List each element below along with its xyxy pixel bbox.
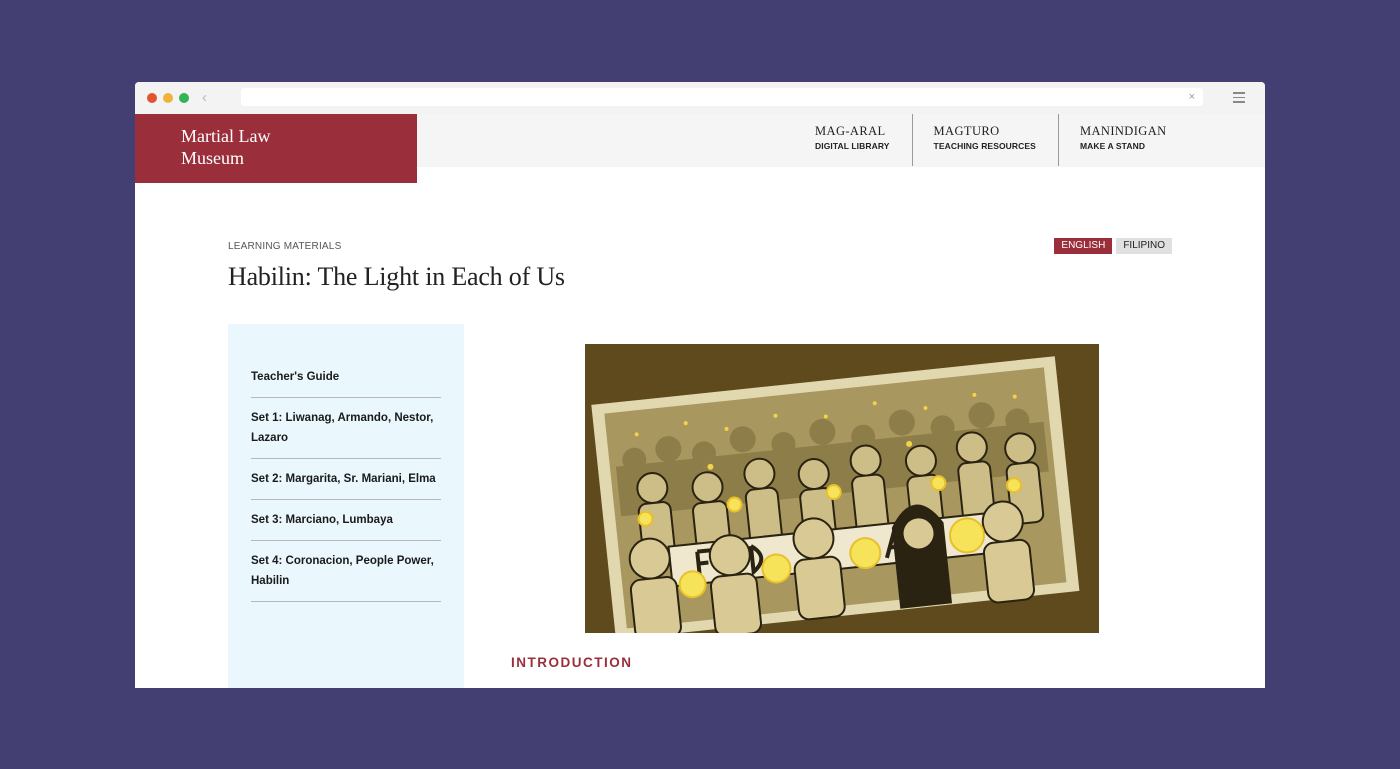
minimize-window-dot[interactable] bbox=[163, 93, 173, 103]
nav-subtitle: DIGITAL LIBRARY bbox=[815, 141, 890, 151]
sidebar-item-set-3[interactable]: Set 3: Marciano, Lumbaya bbox=[251, 500, 441, 541]
breadcrumb[interactable]: LEARNING MATERIALS bbox=[228, 241, 341, 252]
maximize-window-dot[interactable] bbox=[179, 93, 189, 103]
browser-toolbar: ‹ × bbox=[135, 82, 1265, 114]
clear-url-icon[interactable]: × bbox=[1189, 90, 1195, 104]
sidebar-item-set-2[interactable]: Set 2: Margarita, Sr. Mariani, Elma bbox=[251, 459, 441, 500]
nav-title: MAGTURO bbox=[933, 124, 1000, 138]
page-title: Habilin: The Light in Each of Us bbox=[228, 262, 565, 291]
site-logo[interactable]: Martial Law Museum bbox=[135, 114, 417, 183]
browser-window: ‹ × Martial Law Museum MAG-ARAL DIGITAL … bbox=[135, 82, 1265, 688]
address-bar[interactable]: × bbox=[241, 88, 1203, 106]
lang-filipino-button[interactable]: FILIPINO bbox=[1116, 238, 1172, 254]
main-nav: MAG-ARAL DIGITAL LIBRARY MAGTURO TEACHIN… bbox=[794, 114, 1189, 166]
section-heading-introduction: INTRODUCTION bbox=[511, 655, 633, 670]
sidebar: Teacher's Guide Set 1: Liwanag, Armando,… bbox=[228, 324, 464, 688]
crowd-candlelight-illustration bbox=[585, 344, 1099, 633]
nav-title: MAG-ARAL bbox=[815, 124, 886, 138]
lang-english-button[interactable]: ENGLISH bbox=[1054, 238, 1113, 254]
sidebar-item-set-4[interactable]: Set 4: Coronacion, People Power, Habilin bbox=[251, 541, 441, 602]
logo-line-1: Martial Law bbox=[181, 126, 271, 146]
hero-illustration bbox=[585, 344, 1099, 633]
back-arrow-icon[interactable]: ‹ bbox=[202, 90, 207, 106]
nav-subtitle: TEACHING RESOURCES bbox=[933, 141, 1036, 151]
close-window-dot[interactable] bbox=[147, 93, 157, 103]
nav-item-mag-aral[interactable]: MAG-ARAL DIGITAL LIBRARY bbox=[794, 114, 913, 166]
nav-item-manindigan[interactable]: MANINDIGAN MAKE A STAND bbox=[1059, 114, 1189, 166]
nav-title: MANINDIGAN bbox=[1079, 124, 1167, 138]
sidebar-item-teachers-guide[interactable]: Teacher's Guide bbox=[251, 357, 441, 398]
logo-line-2: Museum bbox=[181, 148, 244, 168]
sidebar-item-set-1[interactable]: Set 1: Liwanag, Armando, Nestor, Lazaro bbox=[251, 398, 441, 459]
language-switcher: ENGLISH FILIPINO bbox=[1054, 238, 1172, 254]
nav-item-magturo[interactable]: MAGTURO TEACHING RESOURCES bbox=[913, 114, 1059, 166]
hamburger-menu-icon[interactable] bbox=[1233, 92, 1245, 106]
nav-subtitle: MAKE A STAND bbox=[1079, 141, 1146, 151]
